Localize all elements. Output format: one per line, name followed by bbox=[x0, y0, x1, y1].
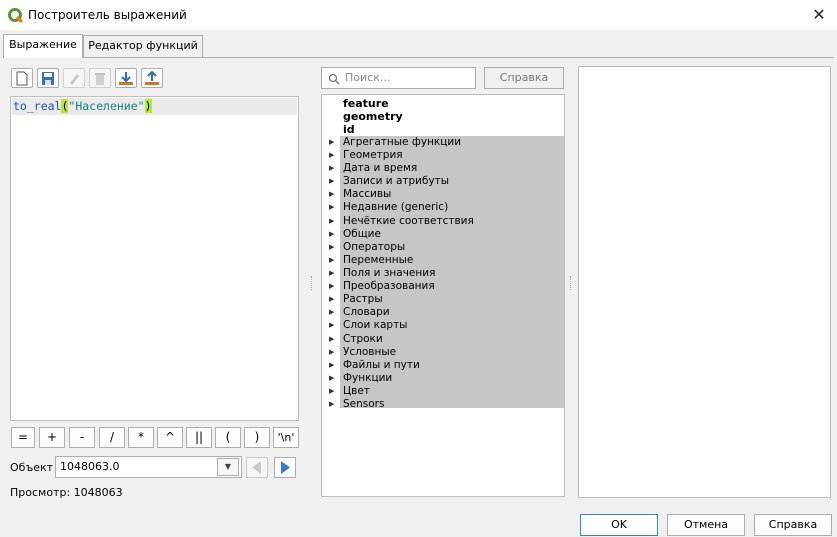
operator-open-paren-button[interactable]: ( bbox=[215, 427, 241, 448]
tree-group-item[interactable]: Функции bbox=[343, 372, 392, 385]
import-button[interactable] bbox=[115, 68, 137, 88]
tree-group-item[interactable]: Цвет bbox=[343, 385, 370, 398]
tree-group-item[interactable]: Поля и значения bbox=[343, 267, 435, 280]
chevron-right-icon[interactable]: ▶ bbox=[329, 398, 335, 411]
chevron-right-icon[interactable]: ▶ bbox=[329, 149, 335, 162]
tree-group-item[interactable]: Растры bbox=[343, 293, 383, 306]
chevron-right-icon[interactable]: ▶ bbox=[329, 188, 335, 201]
save-expression-button[interactable] bbox=[37, 68, 59, 88]
operator-concat-button[interactable]: || bbox=[186, 427, 212, 448]
chevron-right-icon[interactable]: ▶ bbox=[329, 215, 335, 228]
chevron-right-icon[interactable]: ▶ bbox=[329, 241, 335, 254]
previous-feature-button[interactable] bbox=[246, 457, 268, 478]
edit-icon bbox=[70, 74, 79, 85]
chevron-right-icon[interactable]: ▶ bbox=[329, 319, 335, 332]
chevron-right-icon[interactable]: ▶ bbox=[329, 333, 335, 346]
chevron-right-icon[interactable]: ▶ bbox=[329, 293, 335, 306]
operator-plus-button[interactable]: + bbox=[39, 427, 65, 448]
chevron-right-icon[interactable]: ▶ bbox=[329, 228, 335, 241]
new-expression-button[interactable] bbox=[11, 68, 33, 88]
tab-bar-divider bbox=[3, 57, 834, 58]
tree-group-item[interactable]: Дата и время bbox=[343, 162, 417, 175]
new-icon bbox=[16, 71, 28, 86]
search-placeholder: Поиск... bbox=[345, 71, 391, 84]
chevron-right-icon[interactable]: ▶ bbox=[329, 267, 335, 280]
delete-icon bbox=[95, 73, 105, 85]
preview-row: Просмотр: 1048063 bbox=[10, 486, 123, 500]
next-feature-button[interactable] bbox=[274, 457, 296, 478]
chevron-right-icon[interactable]: ▶ bbox=[329, 385, 335, 398]
import-icon bbox=[119, 72, 133, 85]
tree-group-item[interactable]: Слои карты bbox=[343, 319, 407, 332]
delete-expression-button[interactable] bbox=[89, 68, 111, 88]
arrow-right-icon bbox=[281, 461, 290, 474]
tree-group-item[interactable]: Sensors bbox=[343, 398, 384, 411]
chevron-down-icon[interactable]: ▼ bbox=[217, 458, 239, 476]
chevron-right-icon[interactable]: ▶ bbox=[329, 175, 335, 188]
splitter-handle[interactable] bbox=[311, 276, 312, 290]
close-button[interactable]: ✕ bbox=[807, 4, 831, 26]
chevron-right-icon[interactable]: ▶ bbox=[329, 346, 335, 359]
tree-group-item[interactable]: Переменные bbox=[343, 254, 413, 267]
tree-field-item[interactable]: id bbox=[343, 123, 355, 136]
tree-group-item[interactable]: Агрегатные функции bbox=[343, 136, 461, 149]
search-input[interactable]: Поиск... bbox=[321, 67, 476, 89]
chevron-right-icon[interactable]: ▶ bbox=[329, 136, 335, 149]
preview-label: Просмотр: bbox=[10, 486, 71, 499]
export-button[interactable] bbox=[141, 68, 163, 88]
object-label: Объект bbox=[10, 461, 54, 474]
chevron-right-icon[interactable]: ▶ bbox=[329, 162, 335, 175]
tree-group-item[interactable]: Массивы bbox=[343, 188, 391, 201]
qgis-logo-icon bbox=[8, 8, 24, 24]
export-icon bbox=[145, 71, 159, 85]
show-help-button[interactable]: Справка bbox=[484, 67, 564, 89]
ok-button[interactable]: OK bbox=[580, 514, 658, 536]
tree-group-item[interactable]: Строки bbox=[343, 333, 383, 346]
tree-group-item[interactable]: Общие bbox=[343, 228, 381, 241]
operator-power-button[interactable]: ^ bbox=[157, 427, 183, 448]
tree-group-item[interactable]: Нечёткие соответствия bbox=[343, 215, 474, 228]
expression-editor[interactable]: to_real("Население") bbox=[10, 96, 299, 421]
code-string: "Население" bbox=[68, 99, 145, 113]
chevron-right-icon[interactable]: ▶ bbox=[329, 306, 335, 319]
tree-field-item[interactable]: feature bbox=[343, 97, 389, 110]
tree-group-item[interactable]: Преобразования bbox=[343, 280, 435, 293]
tree-group-item[interactable]: Словари bbox=[343, 306, 390, 319]
search-icon bbox=[328, 73, 340, 85]
arrow-left-icon bbox=[252, 461, 261, 474]
tab-function-editor[interactable]: Редактор функций bbox=[83, 35, 203, 57]
preview-value: 1048063 bbox=[73, 486, 123, 499]
operator-multiply-button[interactable]: * bbox=[128, 427, 154, 448]
save-icon bbox=[42, 72, 54, 85]
expression-code: to_real("Население") bbox=[13, 99, 152, 114]
window-title: Построитель выражений bbox=[28, 8, 187, 22]
chevron-right-icon[interactable]: ▶ bbox=[329, 372, 335, 385]
tree-group-item[interactable]: Операторы bbox=[343, 241, 405, 254]
help-button[interactable]: Справка bbox=[754, 514, 832, 536]
chevron-right-icon[interactable]: ▶ bbox=[329, 201, 335, 214]
object-combobox[interactable]: 1048063.0 bbox=[55, 456, 242, 478]
edit-expression-button[interactable] bbox=[63, 68, 85, 88]
operator-minus-button[interactable]: - bbox=[69, 427, 95, 448]
chevron-right-icon[interactable]: ▶ bbox=[329, 280, 335, 293]
tree-field-item[interactable]: geometry bbox=[343, 110, 403, 123]
tree-group-item[interactable]: Геометрия bbox=[343, 149, 403, 162]
tab-expression[interactable]: Выражение bbox=[3, 34, 83, 58]
code-function: to_real bbox=[13, 99, 62, 113]
tree-group-item[interactable]: Условные bbox=[343, 346, 396, 359]
tree-group-item[interactable]: Недавние (generic) bbox=[343, 201, 448, 214]
operator-newline-button[interactable]: '\n' bbox=[273, 427, 299, 448]
splitter-handle[interactable] bbox=[570, 276, 571, 290]
tree-group-item[interactable]: Файлы и пути bbox=[343, 359, 420, 372]
chevron-right-icon[interactable]: ▶ bbox=[329, 359, 335, 372]
cancel-button[interactable]: Отмена bbox=[667, 514, 745, 536]
help-panel bbox=[578, 66, 831, 498]
chevron-right-icon[interactable]: ▶ bbox=[329, 254, 335, 267]
code-close-paren: ) bbox=[144, 99, 152, 113]
operator-close-paren-button[interactable]: ) bbox=[244, 427, 270, 448]
tree-group-item[interactable]: Записи и атрибуты bbox=[343, 175, 449, 188]
operator-divide-button[interactable]: / bbox=[99, 427, 125, 448]
operator-equals-button[interactable]: = bbox=[11, 427, 35, 448]
